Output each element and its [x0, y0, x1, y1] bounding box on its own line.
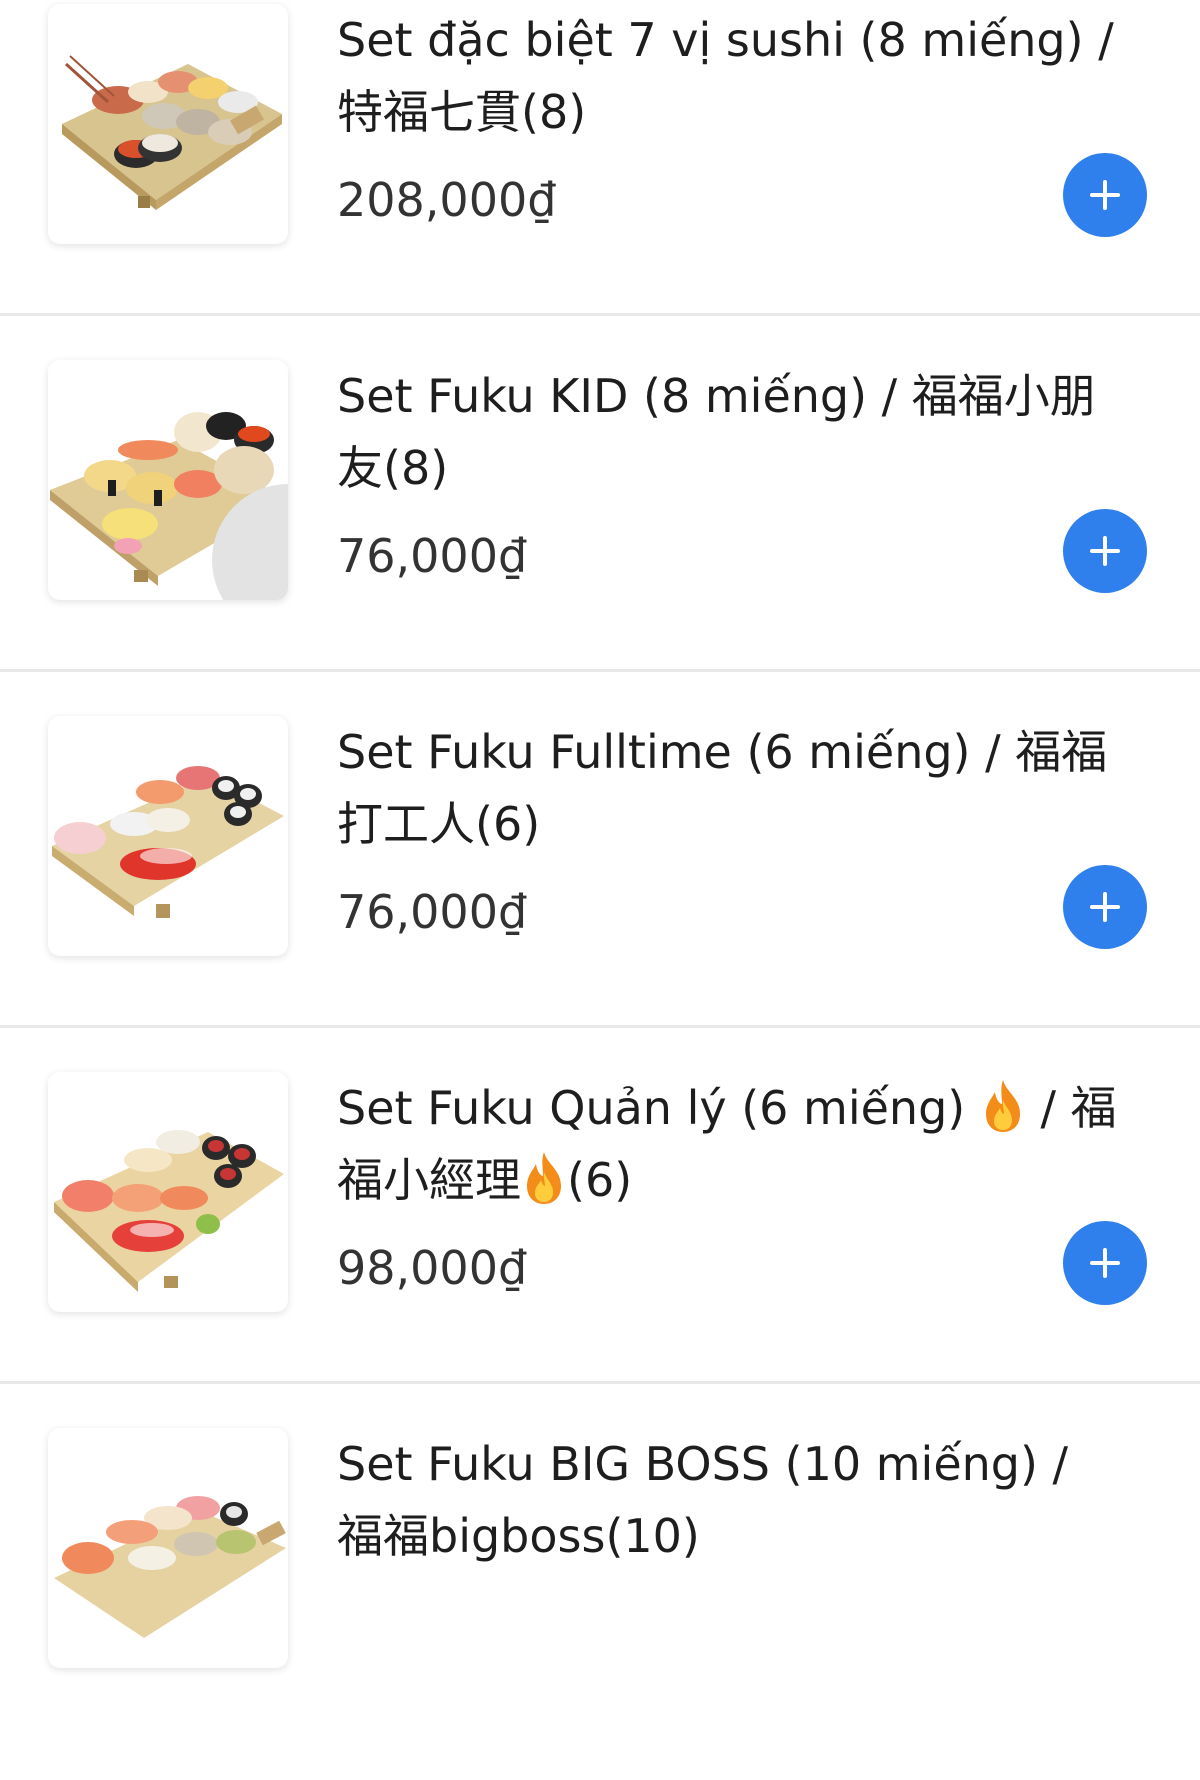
fire-emoji-icon — [985, 1080, 1020, 1132]
sushi-platter-image-graphic — [54, 1130, 284, 1292]
item-price: 76,000₫ — [337, 529, 528, 583]
menu-item[interactable]: Set Fuku Fulltime (6 miếng) / 福福打工人(6) 7… — [0, 712, 1200, 1068]
item-name-part: (6) — [567, 1153, 633, 1207]
divider — [0, 1381, 1200, 1384]
divider — [0, 1025, 1200, 1028]
divider — [0, 669, 1200, 672]
sushi-platter-image-graphic — [50, 412, 288, 600]
sushi-platter-image[interactable] — [48, 360, 288, 600]
plus-icon — [1090, 892, 1120, 922]
fire-emoji-icon — [527, 1152, 561, 1204]
item-price: 208,000₫ — [337, 173, 557, 227]
item-name: Set Fuku Quản lý (6 miếng) / 福福小經理 (6) — [337, 1072, 1127, 1216]
add-to-cart-button[interactable] — [1063, 865, 1147, 949]
plus-icon — [1090, 180, 1120, 210]
item-name-part: Set Fuku Quản lý (6 miếng) — [337, 1081, 980, 1135]
menu-item[interactable]: Set Fuku KID (8 miếng) / 福福小朋友(8) 76,000… — [0, 356, 1200, 712]
sushi-platter-image[interactable] — [48, 716, 288, 956]
plus-icon — [1090, 1248, 1120, 1278]
sushi-platter-image[interactable] — [48, 1072, 288, 1312]
add-to-cart-button[interactable] — [1063, 1221, 1147, 1305]
sushi-platter-image-graphic — [52, 766, 284, 918]
item-price: 76,000₫ — [337, 885, 528, 939]
sushi-platter-image-graphic — [62, 55, 282, 210]
sushi-platter-image[interactable] — [48, 4, 288, 244]
item-name: Set đặc biệt 7 vị sushi (8 miếng) / 特福七貫… — [337, 13, 1114, 139]
menu-item[interactable]: Set Fuku BIG BOSS (10 miếng) / 福福bigboss… — [0, 1424, 1200, 1780]
menu-item[interactable]: Set đặc biệt 7 vị sushi (8 miếng) / 特福七貫… — [0, 0, 1200, 356]
sushi-platter-image[interactable] — [48, 1428, 288, 1668]
item-name: Set Fuku Fulltime (6 miếng) / 福福打工人(6) — [337, 725, 1108, 851]
item-name: Set Fuku BIG BOSS (10 miếng) / 福福bigboss… — [337, 1437, 1069, 1563]
add-to-cart-button[interactable] — [1063, 509, 1147, 593]
menu-item[interactable]: Set Fuku Quản lý (6 miếng) / 福福小經理 (6) 98… — [0, 1068, 1200, 1424]
add-to-cart-button[interactable] — [1063, 153, 1147, 237]
divider — [0, 313, 1200, 316]
item-price: 98,000₫ — [337, 1241, 528, 1295]
plus-icon — [1090, 536, 1120, 566]
item-name: Set Fuku KID (8 miếng) / 福福小朋友(8) — [337, 369, 1096, 495]
sushi-platter-image-graphic — [54, 1496, 286, 1638]
